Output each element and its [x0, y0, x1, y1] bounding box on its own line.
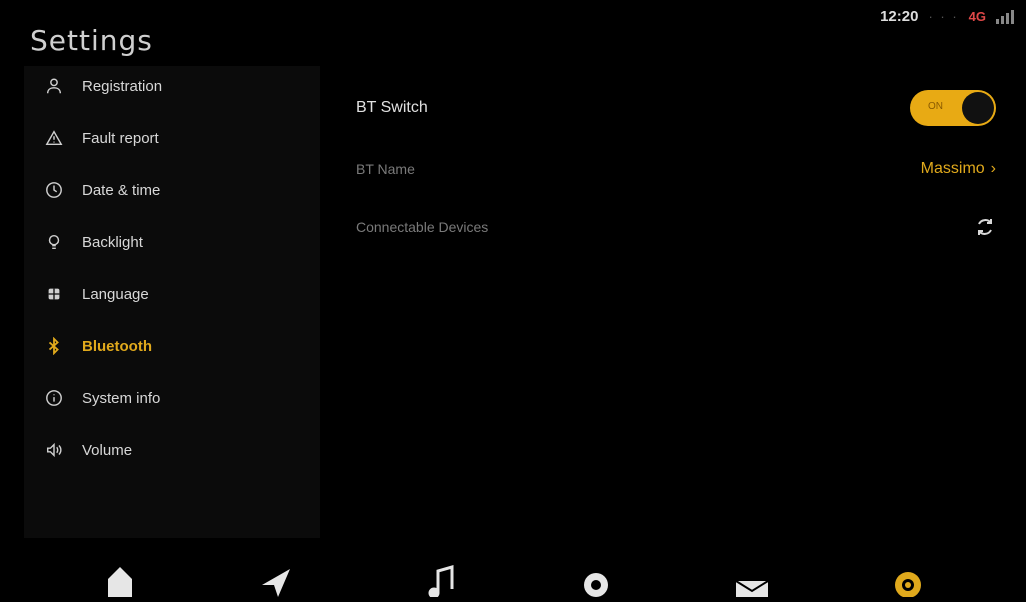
network-type: 4G: [968, 9, 986, 24]
lightbulb-icon: [44, 232, 64, 252]
bluetooth-icon: [44, 336, 64, 356]
bt-name-row[interactable]: BT Name Massimo ›: [356, 160, 996, 178]
settings-gear-icon: [888, 557, 928, 602]
sidebar-item-backlight[interactable]: Backlight: [24, 222, 320, 262]
sidebar-item-language[interactable]: Language: [24, 274, 320, 314]
toggle-state-text: ON: [928, 101, 943, 112]
music-icon: [422, 557, 462, 602]
bt-name-value[interactable]: Massimo ›: [921, 160, 996, 178]
signal-dots-icon: · · ·: [928, 9, 959, 24]
bt-name-label: BT Name: [356, 161, 415, 177]
warning-icon: [44, 128, 64, 148]
sidebar-item-system-info[interactable]: System info: [24, 378, 320, 418]
home-car-icon: [100, 557, 140, 602]
message-button[interactable]: [730, 562, 774, 602]
sidebar-item-label: Volume: [82, 441, 133, 459]
person-icon: [44, 76, 64, 96]
sidebar-item-label: Language: [82, 285, 149, 303]
sidebar-item-label: Registration: [82, 77, 163, 95]
page-title: Settings: [30, 24, 153, 57]
clock-time: 12:20: [880, 8, 919, 25]
bt-switch-row: BT Switch ON: [356, 90, 996, 126]
bottom-navigation: [0, 560, 1026, 602]
bt-name-text: Massimo: [920, 160, 985, 177]
speaker-icon: [44, 440, 64, 460]
sidebar-item-bluetooth[interactable]: Bluetooth: [24, 326, 320, 366]
status-bar: 12:20 · · · 4G: [880, 8, 1014, 25]
bt-switch-toggle[interactable]: ON: [910, 90, 996, 126]
toggle-knob: [962, 92, 994, 124]
sidebar-item-volume[interactable]: Volume: [24, 430, 320, 470]
settings-sidebar: Registration Fault report Date & time Ba…: [24, 66, 320, 538]
settings-button[interactable]: [886, 562, 930, 602]
sidebar-item-label: Date & time: [82, 181, 161, 199]
sidebar-item-label: Backlight: [82, 233, 143, 251]
camera-button[interactable]: [574, 562, 618, 602]
navigation-button[interactable]: [254, 562, 298, 602]
clock-icon: [44, 180, 64, 200]
bluetooth-settings-panel: BT Switch ON BT Name Massimo › Connectab…: [340, 66, 1010, 538]
connectable-devices-row: Connectable Devices: [356, 216, 996, 238]
navigation-icon: [256, 557, 296, 602]
bt-switch-label: BT Switch: [356, 99, 428, 116]
camera-icon: [576, 557, 616, 602]
connectable-devices-label: Connectable Devices: [356, 219, 489, 235]
sidebar-item-label: Fault report: [82, 129, 159, 147]
refresh-icon[interactable]: [974, 216, 996, 238]
info-icon: [44, 388, 64, 408]
sidebar-item-registration[interactable]: Registration: [24, 66, 320, 106]
music-button[interactable]: [420, 562, 464, 602]
sidebar-item-fault-report[interactable]: Fault report: [24, 118, 320, 158]
signal-bars-icon: [996, 9, 1014, 24]
globe-icon: [44, 284, 64, 304]
sidebar-item-date-time[interactable]: Date & time: [24, 170, 320, 210]
chevron-right-icon: ›: [990, 160, 996, 177]
message-icon: [732, 557, 772, 602]
sidebar-item-label: System info: [82, 389, 161, 407]
sidebar-item-label: Bluetooth: [82, 337, 152, 355]
home-car-button[interactable]: [98, 562, 142, 602]
